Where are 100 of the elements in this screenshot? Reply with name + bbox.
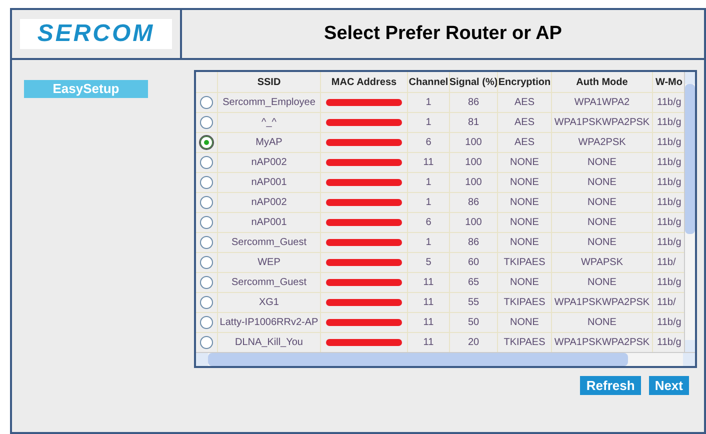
table-cell-text: 65	[468, 276, 480, 290]
radio-button[interactable]	[200, 216, 213, 229]
table-cell-text: Sercomm_Guest	[231, 276, 307, 290]
table-cell-text: AES	[514, 136, 534, 150]
column-header: Signal (%)	[450, 76, 497, 90]
table-cell-text: 50	[468, 316, 480, 330]
table-cell-text: 11	[423, 296, 434, 310]
table-cell-text: 20	[468, 336, 480, 350]
radio-button[interactable]	[200, 136, 213, 149]
table-cell-text: NONE	[588, 316, 616, 330]
radio-button[interactable]	[200, 276, 213, 289]
radio-button[interactable]	[200, 236, 213, 249]
table-cell-text: WPA1WPA2	[574, 96, 630, 110]
table-cell-text: NONE	[588, 176, 616, 190]
horizontal-scrollbar[interactable]	[196, 352, 695, 366]
table-cell-text: 55	[468, 296, 480, 310]
table-cell-text: AES	[514, 116, 534, 130]
table-cell-text: MyAP	[256, 136, 282, 150]
table-cell-text: 11b/	[657, 296, 676, 310]
column-header: Auth Mode	[576, 76, 628, 90]
table-cell-text: 60	[468, 256, 480, 270]
table-cell-text: NONE	[588, 156, 616, 170]
table-cell-text: 11b/g	[657, 216, 682, 230]
table-cell-text: nAP002	[251, 196, 287, 210]
table-cell-text: 100	[465, 176, 482, 190]
table-cell-text: 11b/g	[657, 196, 682, 210]
table-cell-text: 100	[465, 136, 482, 150]
table-cell-text: 11	[423, 336, 434, 350]
radio-button[interactable]	[200, 336, 213, 349]
table-cell-text: 11b/g	[657, 316, 682, 330]
table-cell-text: WPA1PSKWPA2PSK	[554, 296, 650, 310]
radio-button[interactable]	[200, 196, 213, 209]
table-cell-text: 1	[426, 176, 432, 190]
column-header: SSID	[257, 76, 281, 90]
table-cell-text: NONE	[510, 276, 539, 290]
table-cell-text: XG1	[258, 296, 279, 310]
column-header: MAC Address	[331, 76, 397, 90]
radio-button[interactable]	[200, 256, 213, 269]
table-cell-text: WEP	[258, 256, 280, 270]
table-cell-text: nAP001	[251, 216, 287, 230]
radio-button[interactable]	[200, 316, 213, 329]
table-cell-text: AES	[514, 96, 534, 110]
table-cell-text: 11b/g	[657, 236, 682, 250]
table-cell-text: 86	[468, 96, 480, 110]
table-cell-text: 11b/g	[657, 276, 682, 290]
radio-button[interactable]	[200, 296, 213, 309]
sidebar-item[interactable]: EasySetup	[24, 80, 148, 98]
table-cell-text: 1	[426, 196, 432, 210]
table-cell-text: WPA1PSKWPA2PSK	[554, 336, 650, 350]
table-cell-text: 6	[426, 216, 432, 230]
table-cell-text: WPA2PSK	[578, 136, 626, 150]
table-cell-text: Sercomm_Employee	[222, 96, 316, 110]
table-cell-text: TKIPAES	[504, 296, 546, 310]
table-cell-text: Latty-IP1006RRv2-AP	[220, 316, 318, 330]
table-cell-text: NONE	[510, 216, 539, 230]
table-cell-text: TKIPAES	[504, 256, 546, 270]
table-cell-text: 11b/g	[657, 96, 682, 110]
table-cell-text: 81	[468, 116, 480, 130]
table-cell-text: 86	[468, 236, 480, 250]
table-cell-text: 11	[423, 316, 434, 330]
table-cell-text: 11	[423, 156, 434, 170]
radio-button[interactable]	[200, 116, 213, 129]
table-cell-text: 6	[426, 136, 432, 150]
action-button[interactable]: Next	[648, 376, 689, 395]
logo: SERCOM	[20, 19, 172, 49]
table-cell-text: 11b/	[657, 256, 676, 270]
table-cell-text: 11b/g	[657, 136, 682, 150]
table-cell-text: 11	[423, 276, 434, 290]
table-cell-text: 86	[468, 196, 480, 210]
column-header: W-Mo	[655, 76, 682, 90]
table-cell-text: NONE	[510, 316, 539, 330]
table-cell-text: 11b/g	[657, 116, 682, 130]
table-cell-text: WPA1PSKWPA2PSK	[554, 116, 650, 130]
table-cell-text: TKIPAES	[504, 336, 546, 350]
table-cell-text: NONE	[588, 236, 616, 250]
radio-button[interactable]	[200, 176, 213, 189]
radio-button[interactable]	[200, 156, 213, 169]
table-cell-text: 100	[465, 216, 482, 230]
column-header: Channel	[408, 76, 448, 90]
table-cell-text: 1	[426, 236, 432, 250]
table-cell-text: NONE	[510, 196, 539, 210]
radio-button[interactable]	[200, 96, 213, 109]
action-button[interactable]: Refresh	[580, 376, 641, 395]
table-cell-text: NONE	[510, 156, 539, 170]
table-cell-text: nAP001	[251, 176, 287, 190]
table-cell-text: 1	[426, 96, 432, 110]
vertical-scrollbar[interactable]	[684, 72, 695, 352]
table-cell-text: NONE	[588, 196, 616, 210]
table-cell-text: NONE	[588, 276, 616, 290]
table-cell-text: 100	[465, 156, 482, 170]
column-header: Encryption	[498, 76, 551, 90]
table-cell-text: 11b/g	[657, 156, 682, 170]
page-title: Select Prefer Router or AP	[324, 22, 562, 46]
table-cell-text: Sercomm_Guest	[231, 236, 307, 250]
table-cell-text: 11b/g	[657, 336, 682, 350]
table-cell-text: 11b/g	[657, 176, 682, 190]
table-cell-text: DLNA_Kill_You	[234, 336, 303, 350]
table-cell-text: 5	[426, 256, 432, 270]
table-cell-text: nAP002	[251, 156, 287, 170]
table-cell-text: WPAPSK	[580, 256, 624, 270]
